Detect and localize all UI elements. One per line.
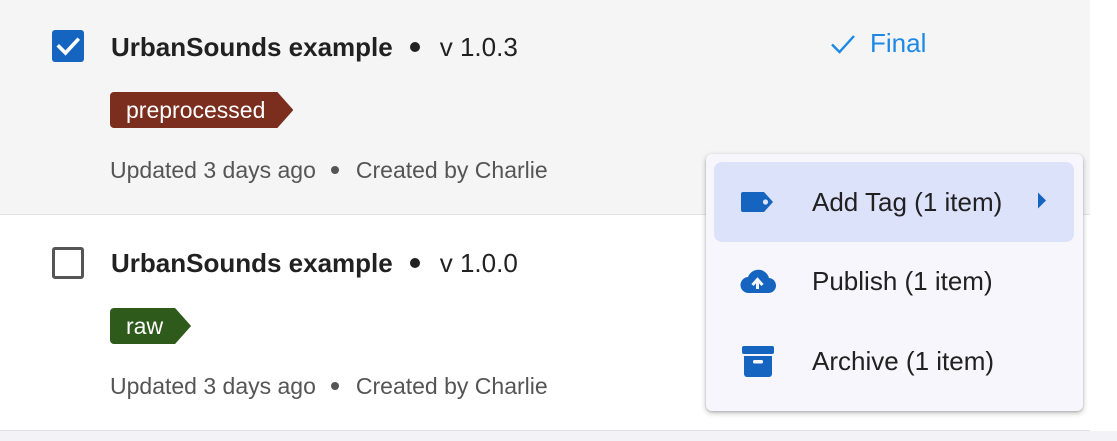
row-meta: Updated 3 days ago Created by Charlie [110, 371, 548, 401]
check-icon [831, 34, 855, 54]
updated-text: Updated 3 days ago [110, 156, 316, 183]
menu-item-archive[interactable]: Archive (1 item) [714, 321, 1074, 401]
separator-dot [330, 166, 339, 174]
dataset-title[interactable]: UrbanSounds example [111, 32, 393, 63]
created-text: Created by Charlie [355, 372, 548, 399]
tag-badge[interactable]: preprocessed [110, 92, 293, 128]
caret-right-icon [1036, 187, 1048, 218]
row-meta: Updated 3 days ago Created by Charlie [110, 155, 548, 185]
next-row-edge [0, 431, 1117, 441]
checkmark-icon [56, 37, 81, 56]
row-title-line: UrbanSounds example v 1.0.3 [111, 30, 518, 64]
separator-dot [409, 42, 420, 52]
separator-dot [330, 382, 339, 390]
row-checkbox[interactable] [52, 247, 84, 279]
dataset-title[interactable]: UrbanSounds example [111, 248, 393, 279]
context-menu: Add Tag (1 item) Publish (1 item) Archiv… [706, 154, 1083, 411]
tag-badge[interactable]: raw [110, 308, 191, 344]
tag-label: preprocessed [126, 96, 266, 123]
tag-label: raw [126, 312, 164, 339]
status-badge: Final [830, 28, 926, 59]
menu-item-label: Archive (1 item) [812, 345, 995, 376]
archive-icon [740, 343, 776, 379]
cloud-upload-icon [740, 263, 776, 299]
menu-item-publish[interactable]: Publish (1 item) [714, 241, 1074, 321]
row-title-line: UrbanSounds example v 1.0.0 [111, 246, 518, 280]
scroll-gutter [1090, 0, 1117, 441]
row-checkbox-checked[interactable] [52, 30, 84, 62]
created-text: Created by Charlie [355, 156, 548, 183]
menu-item-label: Add Tag (1 item) [812, 186, 1003, 217]
updated-text: Updated 3 days ago [110, 372, 316, 399]
dataset-version: v 1.0.0 [439, 247, 518, 278]
menu-item-add-tag[interactable]: Add Tag (1 item) [714, 162, 1074, 242]
separator-dot [409, 258, 420, 268]
status-label: Final [870, 28, 927, 58]
dataset-version: v 1.0.3 [439, 31, 518, 62]
tag-icon [740, 184, 776, 220]
menu-item-label: Publish (1 item) [812, 265, 993, 296]
